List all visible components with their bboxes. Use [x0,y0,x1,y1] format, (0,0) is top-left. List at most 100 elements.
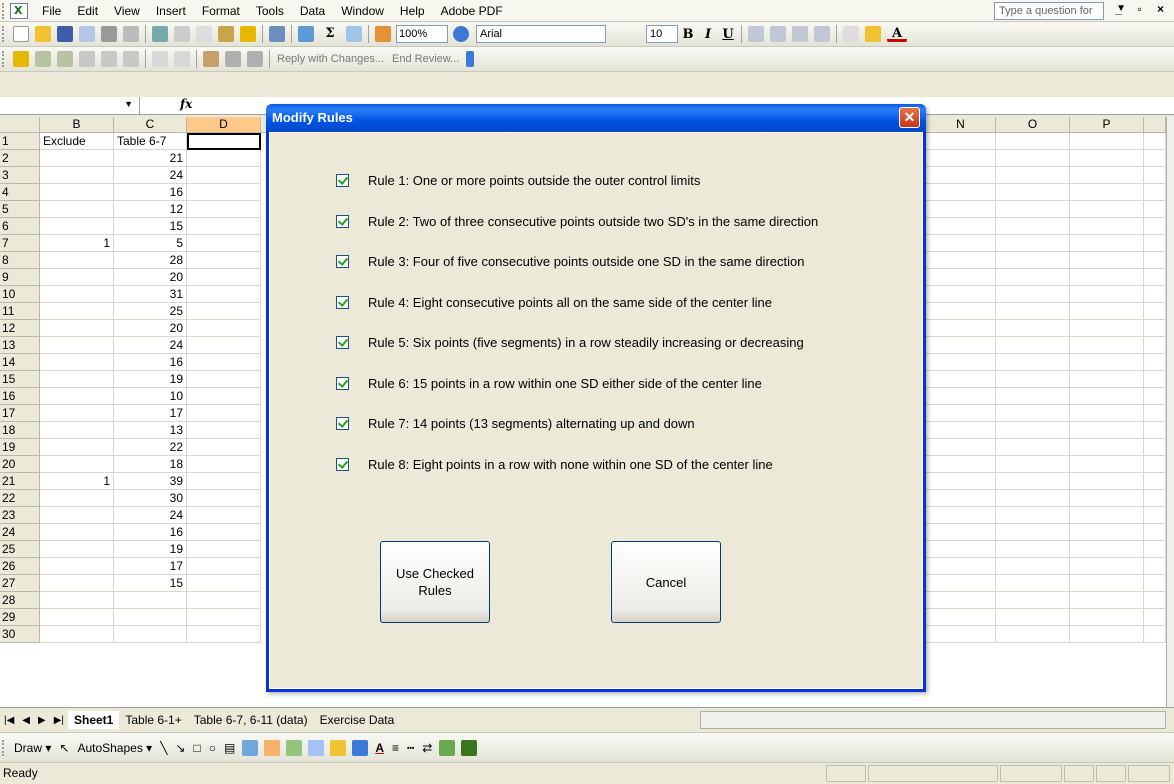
cell-next[interactable] [1144,150,1166,167]
cell-p[interactable] [1070,405,1144,422]
row-header[interactable]: 27 [0,575,40,592]
cell-next[interactable] [1144,371,1166,388]
cell-d[interactable] [187,422,261,439]
wordart-icon[interactable] [242,739,259,756]
cell-n[interactable] [926,422,996,439]
cell-d[interactable] [187,252,261,269]
cell-b[interactable] [40,286,114,303]
cell-b[interactable]: 1 [40,473,114,490]
cell-next[interactable] [1144,507,1166,524]
select-all-corner[interactable] [0,117,40,133]
cell-c[interactable]: 24 [114,167,187,184]
cell-n[interactable] [926,524,996,541]
cell-d[interactable] [187,201,261,218]
end-review-button[interactable]: End Review... [392,53,459,65]
chart-wizard-icon[interactable] [375,26,391,42]
cell-next[interactable] [1144,388,1166,405]
menu-window[interactable]: Window [333,1,392,21]
cell-d[interactable] [187,303,261,320]
cell-n[interactable] [926,184,996,201]
cell-c[interactable]: 31 [114,286,187,303]
oval-icon[interactable]: ○ [209,741,216,755]
copy-icon[interactable] [196,26,212,42]
cell-p[interactable] [1070,422,1144,439]
row-header[interactable]: 6 [0,218,40,235]
cell-d[interactable] [187,320,261,337]
cell-n[interactable] [926,269,996,286]
menu-insert[interactable]: Insert [148,1,194,21]
cell-d[interactable] [187,371,261,388]
next-sheet-icon[interactable]: ▶ [38,715,46,726]
cell-n[interactable] [926,286,996,303]
cell-c[interactable]: 16 [114,524,187,541]
cell-o[interactable] [996,286,1070,303]
cell-b[interactable] [40,558,114,575]
cell-d[interactable] [187,439,261,456]
column-header-c[interactable]: C [114,117,187,133]
cell-b[interactable] [40,337,114,354]
cell-o[interactable] [996,405,1070,422]
bold-icon[interactable]: B [678,27,698,42]
column-header-b[interactable]: B [40,117,114,133]
tab-table-6-1[interactable]: Table 6-1+ [119,711,187,729]
cell-b[interactable] [40,252,114,269]
cell-d[interactable] [187,609,261,626]
cell-n[interactable] [926,626,996,643]
cell-b[interactable] [40,490,114,507]
font-color-icon[interactable]: A [375,741,384,755]
cell-c[interactable] [114,592,187,609]
help-search-input[interactable]: Type a question for help [994,2,1104,33]
cell-p[interactable] [1070,371,1144,388]
cell-d[interactable] [187,133,261,150]
cell-c[interactable]: 13 [114,422,187,439]
cell-o[interactable] [996,575,1070,592]
line-style-icon[interactable]: ≡ [392,741,399,755]
cell-b[interactable] [40,269,114,286]
cell-c[interactable]: 17 [114,405,187,422]
cell-o[interactable] [996,150,1070,167]
row-header[interactable]: 17 [0,405,40,422]
cell-p[interactable] [1070,490,1144,507]
dash-style-icon[interactable]: ┅ [407,741,414,755]
review-icon[interactable] [247,51,263,67]
cell-p[interactable] [1070,388,1144,405]
cell-d[interactable] [187,473,261,490]
row-header[interactable]: 30 [0,626,40,643]
cell-b[interactable]: 1 [40,235,114,252]
sort-ascending-icon[interactable] [346,26,362,42]
cell-o[interactable] [996,320,1070,337]
cell-o[interactable] [996,303,1070,320]
rule-6-checkbox[interactable] [336,376,349,390]
cell-d[interactable] [187,541,261,558]
cell-c[interactable]: 22 [114,439,187,456]
cell-o[interactable] [996,473,1070,490]
row-header[interactable]: 24 [0,524,40,541]
cell-b[interactable] [40,184,114,201]
cell-next[interactable] [1144,490,1166,507]
fill-color-icon[interactable] [865,26,881,42]
cell-o[interactable] [996,235,1070,252]
cell-o[interactable] [996,456,1070,473]
cell-d[interactable] [187,507,261,524]
menu-format[interactable]: Format [194,1,248,21]
row-header[interactable]: 28 [0,592,40,609]
rule-1-checkbox[interactable] [336,174,349,187]
cell-d[interactable] [187,456,261,473]
cell-d[interactable] [187,490,261,507]
cell-next[interactable] [1144,456,1166,473]
cell-c[interactable] [114,609,187,626]
cell-p[interactable] [1070,592,1144,609]
cell-d[interactable] [187,558,261,575]
arrow-icon[interactable]: ↘ [175,741,185,755]
cell-n[interactable] [926,218,996,235]
3d-icon[interactable] [461,739,478,756]
cell-n[interactable] [926,252,996,269]
cell-c[interactable]: 19 [114,371,187,388]
cell-next[interactable] [1144,337,1166,354]
cell-o[interactable] [996,609,1070,626]
cell-n[interactable] [926,507,996,524]
cell-n[interactable] [926,609,996,626]
cell-n[interactable] [926,354,996,371]
help-icon[interactable] [453,26,469,42]
zoom-select[interactable]: 100% [396,25,448,43]
